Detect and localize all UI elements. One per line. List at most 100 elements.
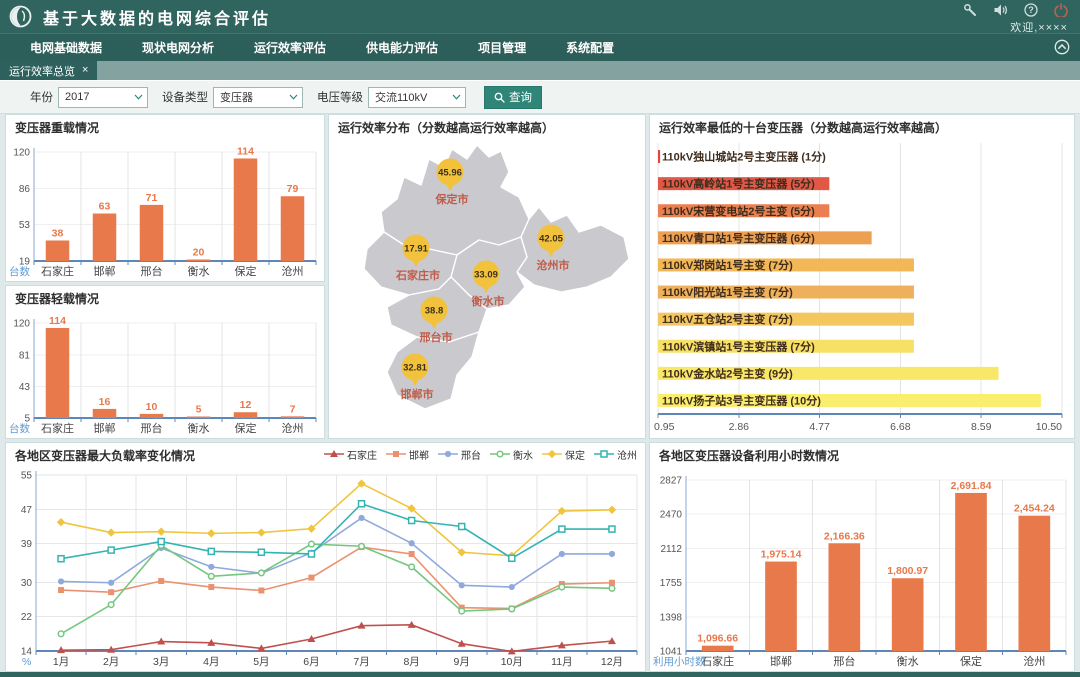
svg-text:110kV阳光站1号主变 (7分): 110kV阳光站1号主变 (7分) [662, 285, 793, 299]
nav-item-supply-capacity[interactable]: 供电能力评估 [366, 39, 438, 56]
dashboard: 变压器重载情况 19538612038石家庄63邯郸71邢台20衡水114保定7… [0, 114, 1080, 677]
svg-text:?: ? [1028, 5, 1034, 15]
svg-text:邯郸市: 邯郸市 [401, 387, 434, 401]
svg-text:12: 12 [240, 399, 252, 411]
svg-text:42.05: 42.05 [539, 234, 563, 245]
svg-text:利用小时数: 利用小时数 [653, 655, 706, 668]
svg-text:沧州: 沧州 [282, 264, 304, 278]
nav-item-system-config[interactable]: 系统配置 [566, 39, 614, 56]
svg-text:110kV高岭站1号主变压器 (5分): 110kV高岭站1号主变压器 (5分) [662, 177, 815, 191]
nav-item-operation-efficiency[interactable]: 运行效率评估 [254, 39, 326, 56]
chevron-down-icon [134, 94, 143, 100]
main-nav: 电网基础数据 现状电网分析 运行效率评估 供电能力评估 项目管理 系统配置 [0, 33, 1080, 61]
svg-text:63: 63 [99, 201, 111, 213]
svg-text:114: 114 [49, 315, 66, 327]
svg-text:6.68: 6.68 [890, 421, 911, 433]
svg-text:8.59: 8.59 [971, 421, 992, 433]
voltage-level-select[interactable]: 交流110kV [368, 87, 466, 108]
svg-text:10: 10 [146, 401, 158, 413]
svg-text:保定: 保定 [235, 421, 257, 435]
nav-item-project-management[interactable]: 项目管理 [478, 39, 526, 56]
svg-text:邢台: 邢台 [141, 421, 163, 435]
year-label: 年份 [30, 89, 53, 105]
help-icon[interactable]: ? [1024, 3, 1038, 17]
device-type-label: 设备类型 [162, 89, 208, 105]
legend-item-保定[interactable]: 保定 [542, 447, 585, 462]
svg-text:1398: 1398 [660, 612, 683, 623]
svg-text:120: 120 [13, 319, 30, 330]
svg-text:12月: 12月 [601, 656, 623, 668]
svg-text:2月: 2月 [103, 656, 119, 668]
collapse-up-icon[interactable] [1054, 39, 1070, 55]
svg-text:1,975.14: 1,975.14 [761, 549, 802, 561]
overload-bar-chart: 19538612038石家庄63邯郸71邢台20衡水114保定79沧州台数 [6, 137, 324, 281]
svg-text:10月: 10月 [501, 656, 523, 668]
lightload-bar-chart: 54381120114石家庄16邯郸10邢台5衡水12保定7沧州台数 [6, 308, 324, 438]
svg-text:7: 7 [290, 403, 296, 415]
svg-text:71: 71 [146, 192, 158, 204]
svg-text:保定: 保定 [960, 654, 982, 668]
app-logo [9, 5, 32, 28]
panel-efficiency-map: 运行效率分布（分数越高运行效率越高） 45.96保定市42.05沧州市17.91… [328, 114, 646, 439]
power-icon[interactable] [1054, 3, 1068, 17]
svg-text:110kV宋营变电站2号主变 (5分): 110kV宋营变电站2号主变 (5分) [662, 204, 815, 218]
legend-item-邢台[interactable]: 邢台 [438, 447, 481, 462]
svg-text:邯郸: 邯郸 [94, 264, 116, 278]
search-button-label: 查询 [509, 89, 532, 105]
legend-item-沧州[interactable]: 沧州 [594, 447, 637, 462]
panel-title: 各地区变压器最大负载率变化情况 [6, 443, 204, 465]
svg-text:2112: 2112 [660, 544, 682, 555]
year-select[interactable]: 2017 [58, 87, 148, 108]
svg-text:衡水: 衡水 [897, 655, 919, 668]
legend-item-邯郸[interactable]: 邯郸 [386, 447, 429, 462]
svg-text:110kV独山城站2号主变压器 (1分): 110kV独山城站2号主变压器 (1分) [662, 150, 826, 164]
speaker-icon[interactable] [993, 3, 1008, 17]
svg-text:9月: 9月 [454, 656, 470, 668]
svg-text:4.77: 4.77 [809, 421, 830, 433]
svg-text:43: 43 [19, 382, 31, 393]
svg-text:保定市: 保定市 [435, 192, 469, 206]
device-type-value: 变压器 [220, 89, 253, 105]
nav-item-current-grid-analysis[interactable]: 现状电网分析 [142, 39, 214, 56]
svg-text:邢台: 邢台 [833, 654, 855, 668]
tab-efficiency-overview[interactable]: 运行效率总览 × [0, 61, 97, 80]
legend-item-石家庄[interactable]: 石家庄 [324, 447, 377, 462]
svg-text:2470: 2470 [660, 510, 683, 521]
svg-text:30: 30 [21, 578, 33, 589]
panel-utilization-hours: 各地区变压器设备利用小时数情况 104113981755211224702827… [649, 442, 1075, 672]
wrench-icon[interactable] [963, 3, 977, 17]
svg-text:11月: 11月 [551, 656, 572, 668]
legend-item-衡水[interactable]: 衡水 [490, 447, 533, 462]
panel-worst-transformers: 运行效率最低的十台变压器（分数越高运行效率越高） 0.952.864.776.6… [649, 114, 1075, 439]
panel-title: 运行效率分布（分数越高运行效率越高） [329, 115, 645, 137]
svg-text:6月: 6月 [303, 656, 319, 668]
svg-text:邢台: 邢台 [141, 264, 163, 278]
svg-text:110kV滨镇站1号主变压器 (7分): 110kV滨镇站1号主变压器 (7分) [662, 339, 815, 353]
svg-text:0.95: 0.95 [654, 421, 675, 433]
svg-text:1月: 1月 [53, 656, 69, 668]
efficiency-distribution-map: 45.96保定市42.05沧州市17.91石家庄市33.09衡水市38.8邢台市… [329, 137, 645, 438]
svg-text:81: 81 [19, 351, 31, 362]
filter-bar: 年份 2017 设备类型 变压器 电压等级 交流110kV 查询 [0, 81, 1080, 114]
svg-text:110kV扬子站3号主变压器 (10分): 110kV扬子站3号主变压器 (10分) [662, 393, 821, 407]
panel-title: 变压器重载情况 [6, 115, 324, 137]
tab-close-icon[interactable]: × [82, 65, 88, 76]
svg-text:120: 120 [13, 148, 30, 159]
search-button[interactable]: 查询 [484, 86, 542, 109]
svg-text:1,800.97: 1,800.97 [887, 565, 928, 577]
svg-text:110kV五仓站2号主变 (7分): 110kV五仓站2号主变 (7分) [662, 312, 793, 326]
app-header: 基于大数据的电网综合评估 ? 欢迎,×××× [0, 0, 1080, 33]
worst-transformers-hbar-chart: 0.952.864.776.688.5910.50110kV独山城站2号主变压器… [650, 137, 1074, 438]
svg-text:47: 47 [21, 505, 33, 516]
svg-text:17.91: 17.91 [404, 244, 428, 255]
device-type-select[interactable]: 变压器 [213, 87, 303, 108]
voltage-level-label: 电压等级 [317, 89, 363, 105]
nav-item-grid-base-data[interactable]: 电网基础数据 [30, 39, 102, 56]
svg-text:石家庄: 石家庄 [701, 654, 734, 668]
svg-text:沧州市: 沧州市 [537, 258, 570, 272]
svg-text:16: 16 [99, 396, 111, 408]
svg-text:33.09: 33.09 [474, 270, 498, 281]
svg-text:台数: 台数 [9, 265, 30, 278]
svg-text:55: 55 [21, 471, 33, 482]
year-value: 2017 [65, 91, 89, 103]
